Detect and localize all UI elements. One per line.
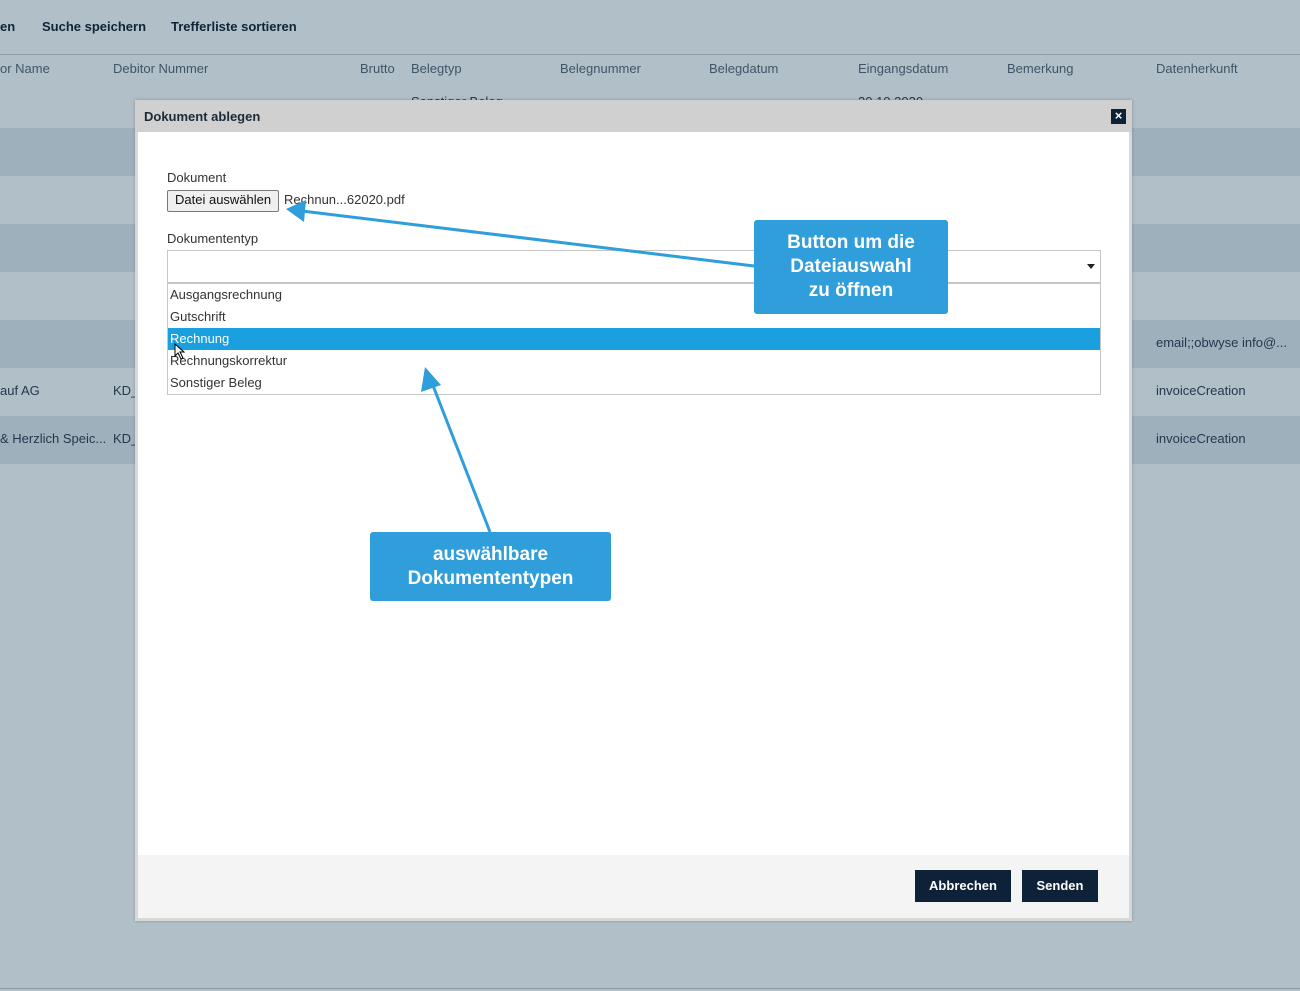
toolbar-item-truncated[interactable]: en — [0, 19, 15, 34]
column-header-belegtyp[interactable]: Belegtyp — [411, 61, 462, 76]
option-ausgangsrechnung[interactable]: Ausgangsrechnung — [168, 284, 1100, 306]
column-header-eingangsdatum[interactable]: Eingangsdatum — [858, 61, 948, 76]
dialog-body: Dokument Datei auswählen Rechnun...62020… — [138, 132, 1129, 855]
send-button[interactable]: Senden — [1022, 870, 1098, 902]
cell-datenherkunft: invoiceCreation — [1156, 383, 1246, 398]
document-type-dropdown: Ausgangsrechnung Gutschrift Rechnung Rec… — [167, 283, 1101, 395]
callout-file-button: Button um die Dateiauswahl zu öffnen — [754, 220, 948, 314]
cell-datenherkunft: email;;obwyse info@... — [1156, 335, 1287, 350]
toolbar: en Suche speichern Trefferliste sortiere… — [0, 0, 1300, 55]
column-header-datenherkunft[interactable]: Datenherkunft — [1156, 61, 1238, 76]
option-rechnung[interactable]: Rechnung — [168, 328, 1100, 350]
document-label: Dokument — [167, 170, 227, 185]
option-rechnungskorrektur[interactable]: Rechnungskorrektur — [168, 350, 1100, 372]
close-icon[interactable]: × — [1111, 109, 1126, 124]
document-type-select[interactable] — [167, 250, 1101, 283]
choose-file-button[interactable]: Datei auswählen — [167, 190, 280, 212]
column-header-brutto[interactable]: Brutto — [360, 61, 395, 76]
cell-name: auf AG — [0, 383, 40, 398]
column-header-belegdatum[interactable]: Belegdatum — [709, 61, 778, 76]
dialog-header: Dokument ablegen × — [135, 100, 1132, 132]
dialog-footer: Abbrechen Senden — [138, 855, 1129, 918]
column-header-name[interactable]: or Name — [0, 61, 50, 76]
divider — [0, 988, 1300, 989]
column-header-belegnummer[interactable]: Belegnummer — [560, 61, 641, 76]
column-header-debitor-nummer[interactable]: Debitor Nummer — [113, 61, 208, 76]
document-type-label: Dokumententyp — [167, 231, 259, 246]
save-search-button[interactable]: Suche speichern — [42, 19, 146, 34]
cell-name: & Herzlich Speic... — [0, 431, 107, 446]
option-sonstiger-beleg[interactable]: Sonstiger Beleg — [168, 372, 1100, 394]
callout-document-types-text: auswählbare Dokumententypen — [407, 543, 574, 589]
chevron-down-icon — [1087, 264, 1095, 269]
cell-datenherkunft: invoiceCreation — [1156, 431, 1246, 446]
callout-file-button-text: Button um die Dateiauswahl zu öffnen — [787, 232, 915, 301]
selected-file-name: Rechnun...62020.pdf — [284, 192, 405, 207]
column-header-bemerkung[interactable]: Bemerkung — [1007, 61, 1073, 76]
sort-results-button[interactable]: Trefferliste sortieren — [171, 19, 297, 34]
upload-document-dialog: Dokument ablegen × Dokument Datei auswäh… — [135, 100, 1132, 921]
cancel-button[interactable]: Abbrechen — [915, 870, 1011, 902]
callout-document-types: auswählbare Dokumententypen — [370, 532, 611, 601]
option-gutschrift[interactable]: Gutschrift — [168, 306, 1100, 328]
dialog-title: Dokument ablegen — [144, 109, 261, 124]
